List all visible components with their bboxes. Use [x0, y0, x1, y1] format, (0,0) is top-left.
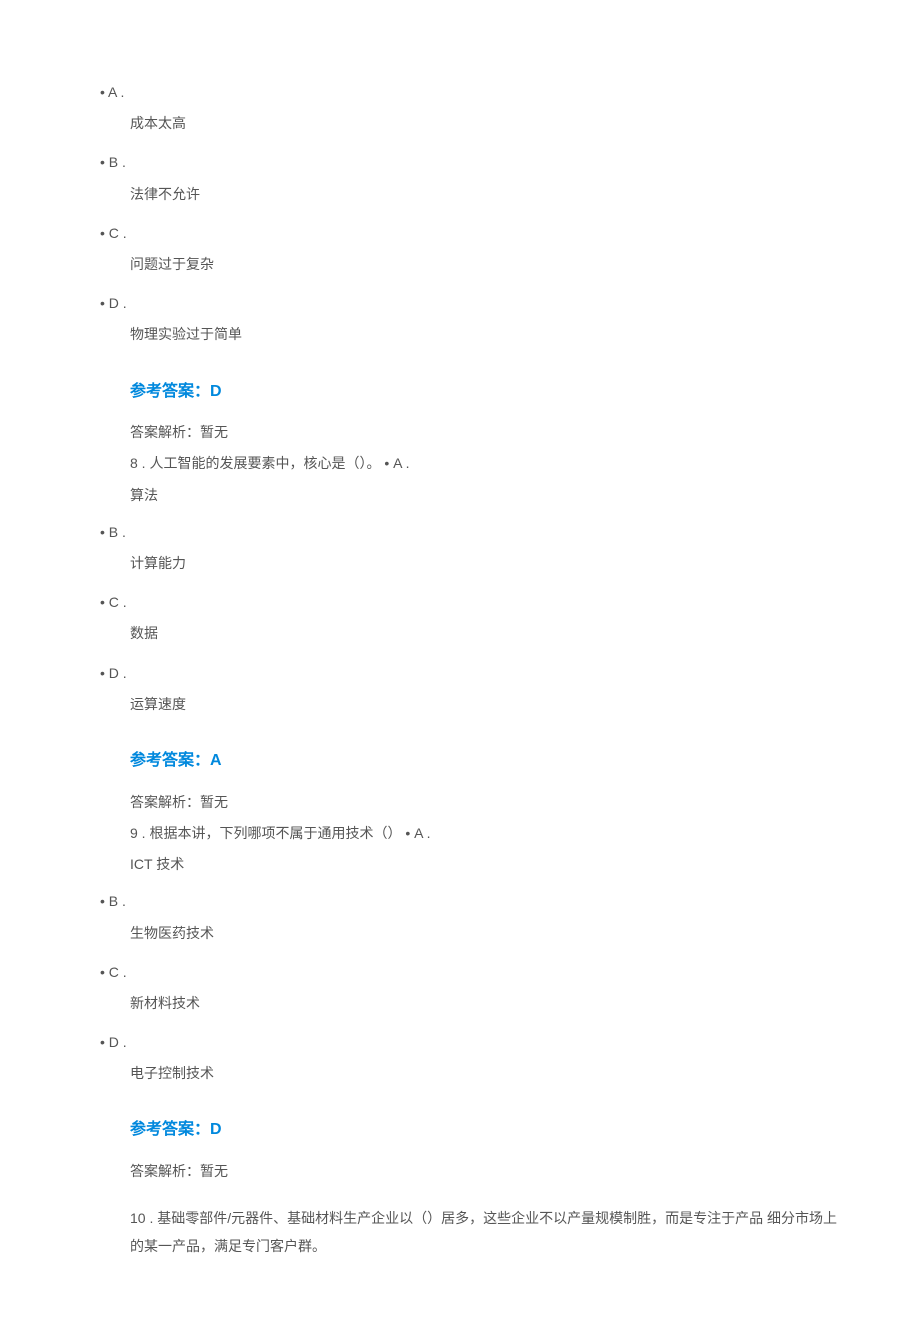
q7-option-a-text: 成本太高	[100, 111, 840, 136]
q7-option-d-label: • D .	[100, 291, 840, 316]
q9-stem-text: 根据本讲，下列哪项不属于通用技术（） • A .	[146, 825, 431, 841]
q8-option-a-text: 算法	[130, 483, 840, 508]
q9-option-c-label: • C .	[100, 960, 840, 985]
q9-number: 9 .	[130, 825, 146, 841]
q7-answer-title: 参考答案：D	[130, 378, 840, 407]
q8-option-b-label: • B .	[100, 520, 840, 545]
q9-option-a-text: ICT 技术	[130, 852, 840, 877]
q8-option-c-label: • C .	[100, 590, 840, 615]
q8-option-b-text: 计算能力	[100, 551, 840, 576]
q7-analysis: 答案解析：暂无	[130, 420, 840, 445]
q7-option-b-label: • B .	[100, 150, 840, 175]
q8-stem: 8 . 人工智能的发展要素中，核心是（）。 • A .	[130, 451, 840, 476]
q8-analysis: 答案解析：暂无	[130, 790, 840, 815]
q9-answer-title: 参考答案：D	[130, 1116, 840, 1145]
q8-number: 8 .	[130, 455, 146, 471]
q7-option-b-text: 法律不允许	[100, 182, 840, 207]
q9-option-b-text: 生物医药技术	[100, 921, 840, 946]
q10-stem-text: 基础零部件/元器件、基础材料生产企业以（）居多，这些企业不以产量规模制胜，而是专…	[130, 1210, 837, 1254]
q8-option-d-text: 运算速度	[100, 692, 840, 717]
q8-answer-title: 参考答案：A	[130, 747, 840, 776]
q7-option-c-label: • C .	[100, 221, 840, 246]
q8-option-d-label: • D .	[100, 661, 840, 686]
q7-option-a-label: • A .	[100, 80, 840, 105]
q9-option-c-text: 新材料技术	[100, 991, 840, 1016]
q9-stem: 9 . 根据本讲，下列哪项不属于通用技术（） • A .	[130, 821, 840, 846]
q9-option-d-text: 电子控制技术	[100, 1061, 840, 1086]
q8-stem-text: 人工智能的发展要素中，核心是（）。 • A .	[146, 455, 410, 471]
q7-option-d-text: 物理实验过于简单	[100, 322, 840, 347]
q9-option-d-label: • D .	[100, 1030, 840, 1055]
q9-option-b-label: • B .	[100, 889, 840, 914]
q9-analysis: 答案解析：暂无	[130, 1159, 840, 1184]
q8-option-c-text: 数据	[100, 621, 840, 646]
q10-number: 10 .	[130, 1210, 153, 1226]
q7-option-c-text: 问题过于复杂	[100, 252, 840, 277]
